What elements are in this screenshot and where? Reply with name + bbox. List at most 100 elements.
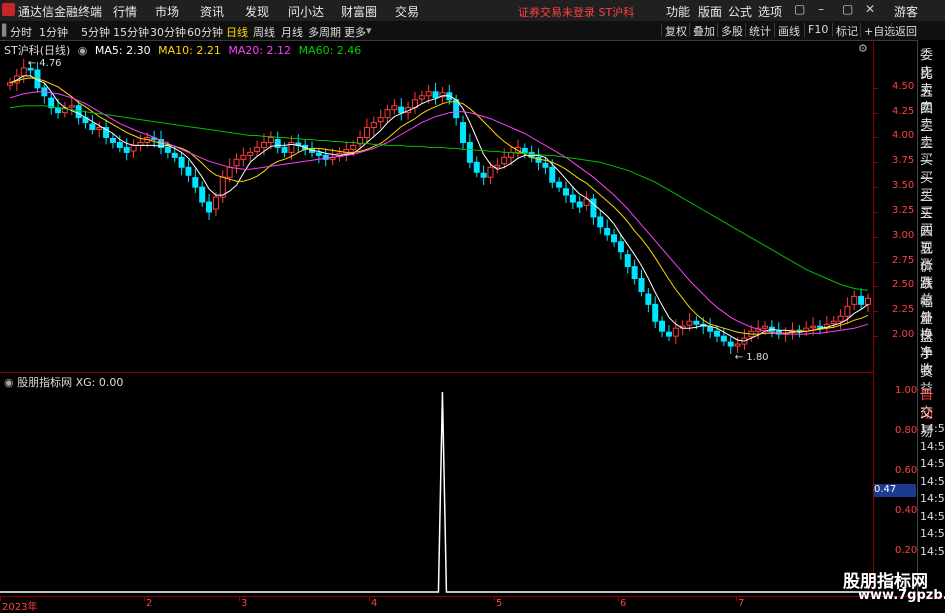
period-daily[interactable]: 日线 [226, 24, 248, 40]
period-1min[interactable]: 1分钟 [39, 24, 68, 40]
user-guest[interactable]: 游客 [894, 3, 918, 20]
menu-news[interactable]: 资讯 [200, 3, 224, 20]
menu-market[interactable]: 市场 [155, 3, 179, 20]
candle [89, 115, 96, 135]
period-5min[interactable]: 5分钟 [81, 24, 110, 40]
tool-draw[interactable]: 画线 [774, 23, 800, 38]
indicator-y-tick-label: 0.60 [895, 465, 918, 476]
candle [219, 170, 226, 204]
tool-overlay[interactable]: 叠加 [689, 23, 715, 38]
menu-ask[interactable]: 问小达 [288, 3, 324, 20]
candle [562, 181, 569, 204]
tool-mark[interactable]: 标记 [832, 23, 858, 38]
candle-body [350, 144, 357, 150]
tool-back[interactable]: 返回 [891, 23, 917, 38]
tool-multi-stock[interactable]: 多股 [717, 23, 743, 38]
candle [185, 160, 192, 183]
menu-function[interactable]: 功能 [666, 3, 690, 20]
chevron-down-icon[interactable]: ▾ [366, 24, 372, 37]
period-monthly[interactable]: 月线 [281, 24, 303, 40]
y-tick-mark [874, 211, 878, 213]
candle-body [611, 234, 618, 243]
y-tick-label: 3.50 [892, 180, 915, 192]
indicator-chart[interactable] [0, 386, 873, 596]
candle-body [123, 146, 130, 153]
tick-time: 14:55 [920, 509, 945, 523]
x-date-label: 6 [620, 598, 627, 609]
ma-line-ma10 [9, 77, 869, 335]
candle-body [810, 325, 817, 329]
candle [109, 133, 116, 149]
menu-discover[interactable]: 发现 [245, 3, 269, 20]
candle-body [20, 67, 27, 77]
candle [411, 91, 418, 114]
candle-body [212, 196, 219, 210]
candle-body [542, 162, 549, 168]
candle-body [727, 341, 734, 347]
x-tick-mark [494, 597, 495, 601]
candle-body [631, 266, 638, 280]
tool-add-favorite[interactable]: +自选 [860, 23, 895, 38]
candle [206, 194, 213, 220]
period-15min[interactable]: 15分钟 [113, 24, 149, 40]
candle-body [665, 331, 672, 337]
candle-body [816, 325, 823, 328]
period-30min[interactable]: 30分钟 [150, 24, 186, 40]
candle [638, 269, 645, 297]
menu-formula[interactable]: 公式 [728, 3, 752, 20]
period-weekly[interactable]: 周线 [253, 24, 275, 40]
candle [199, 181, 206, 208]
candle [816, 320, 823, 335]
candle-body [645, 293, 652, 305]
candle-body [473, 161, 480, 173]
candle-body [659, 320, 666, 332]
tool-f10[interactable]: F10 [804, 23, 828, 37]
candle-body [247, 151, 254, 156]
candle-body [75, 105, 82, 119]
period-intraday[interactable]: 分时 [10, 24, 32, 40]
y-tick-mark [874, 137, 878, 139]
candle-body [260, 141, 267, 148]
xg-line [0, 391, 873, 593]
period-60min[interactable]: 60分钟 [187, 24, 223, 40]
candle-body [672, 327, 679, 337]
candle-body [762, 325, 769, 329]
candle [315, 148, 322, 164]
divider-bottom [0, 596, 945, 597]
candle-body [501, 156, 508, 165]
indicator-y-tick-label: 0.40 [895, 505, 918, 516]
indicator-y-tick-label: 0.80 [895, 425, 918, 436]
x-date-label: 2023年 [2, 602, 38, 613]
candle-body [171, 152, 178, 158]
close-icon[interactable]: ✕ [865, 2, 875, 16]
candle-body [109, 137, 116, 143]
candle-body [830, 320, 837, 325]
candle [137, 134, 144, 152]
minimize-icon[interactable]: – [818, 2, 824, 16]
candle-body [720, 335, 727, 342]
tool-adjust[interactable]: 复权 [661, 23, 687, 38]
maximize-icon[interactable]: ▢ [842, 2, 853, 16]
candle [624, 249, 631, 274]
period-multi[interactable]: 多周期 [308, 24, 341, 40]
candle [604, 219, 611, 241]
menu-trade[interactable]: 交易 [395, 3, 419, 20]
candle-body [377, 117, 384, 123]
restore-icon[interactable]: ▢ [794, 2, 805, 16]
candle-body [192, 177, 199, 188]
menu-wealth-circle[interactable]: 财富圈 [341, 3, 377, 20]
candle-body [562, 188, 569, 196]
tool-statistics[interactable]: 统计 [745, 23, 771, 38]
candle [782, 327, 789, 343]
menu-options[interactable]: 选项 [758, 3, 782, 20]
y-tick-label: 2.25 [892, 304, 915, 316]
y-tick-label: 2.75 [892, 254, 915, 266]
period-more[interactable]: 更多 [344, 24, 366, 40]
x-tick-mark [0, 597, 1, 601]
y-tick-mark [874, 112, 878, 114]
y-tick-mark [874, 87, 878, 89]
candlestick-chart[interactable]: ← 4.76 ← 1.80 [0, 40, 873, 372]
menu-layout[interactable]: 版面 [698, 3, 722, 20]
candle [583, 191, 590, 211]
menu-quotes[interactable]: 行情 [113, 3, 137, 20]
